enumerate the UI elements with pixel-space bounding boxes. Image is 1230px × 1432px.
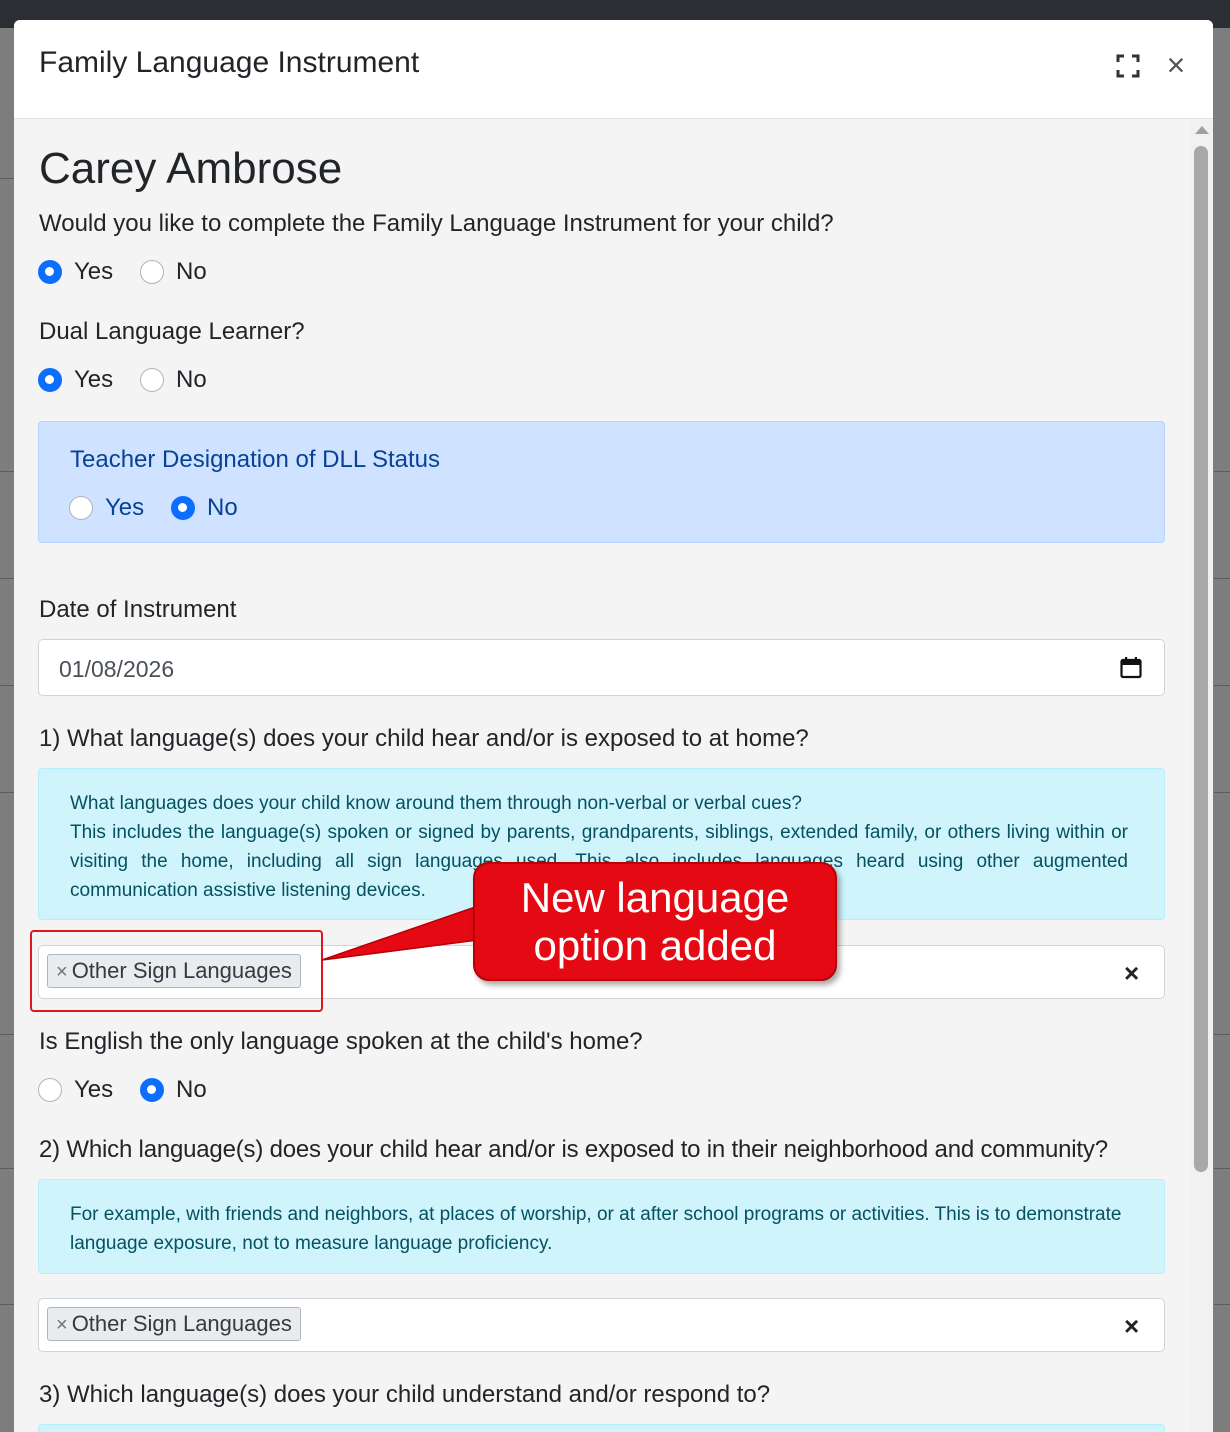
teacher-designation-label: Teacher Designation of DLL Status (70, 446, 440, 473)
teacher-yes-radio[interactable] (69, 496, 93, 520)
english-yes-radio[interactable] (38, 1078, 62, 1102)
complete-no-radio[interactable] (140, 260, 164, 284)
annotation-callout-line1: New language (520, 874, 790, 921)
q2-tag-remove-icon[interactable]: × (56, 1314, 68, 1336)
background-divider (0, 1168, 14, 1169)
annotation-callout: New language option added (473, 862, 837, 981)
q1-label: 1) What language(s) does your child hear… (39, 725, 809, 752)
date-value: 01/08/2026 (59, 656, 175, 682)
background-divider (0, 178, 14, 179)
background-divider (1214, 578, 1230, 579)
date-input[interactable]: 01/08/2026 (38, 639, 1165, 696)
annotation-callout-line2: option added (533, 922, 777, 969)
q1-clear-icon[interactable]: × (1124, 958, 1139, 989)
annotation-highlight-box (30, 930, 323, 1012)
complete-no-label[interactable]: No (176, 258, 207, 286)
family-language-modal: Family Language Instrument × Carey Ambro… (14, 20, 1213, 1432)
teacher-no-radio[interactable] (171, 496, 195, 520)
english-no-radio[interactable] (140, 1078, 164, 1102)
dll-no-label[interactable]: No (176, 366, 207, 394)
q2-selected-tag: × Other Sign Languages (47, 1307, 301, 1341)
background-divider (0, 1304, 14, 1305)
teacher-designation-radios: Yes No (69, 494, 289, 524)
date-label: Date of Instrument (39, 596, 237, 623)
background-divider (0, 792, 14, 793)
background-divider (0, 685, 14, 686)
english-only-label: Is English the only language spoken at t… (39, 1028, 643, 1055)
background-divider (0, 578, 14, 579)
teacher-no-label[interactable]: No (207, 494, 238, 522)
background-divider (1214, 1304, 1230, 1305)
student-name: Carey Ambrose (39, 144, 343, 193)
teacher-yes-label[interactable]: Yes (105, 494, 144, 522)
q2-info-box: For example, with friends and neighbors,… (38, 1179, 1165, 1274)
complete-question-radios: Yes No (38, 258, 258, 288)
english-no-label[interactable]: No (176, 1076, 207, 1104)
dll-no-radio[interactable] (140, 368, 164, 392)
complete-yes-label[interactable]: Yes (74, 258, 113, 286)
dll-yes-label[interactable]: Yes (74, 366, 113, 394)
q2-label: 2) Which language(s) does your child hea… (39, 1136, 1108, 1163)
dll-question-radios: Yes No (38, 366, 258, 396)
q3-info-box (38, 1424, 1165, 1432)
english-yes-label[interactable]: Yes (74, 1076, 113, 1104)
expand-icon[interactable] (1112, 50, 1144, 82)
q1-info-line1: What languages does your child know arou… (70, 793, 802, 814)
complete-yes-radio[interactable] (38, 260, 62, 284)
background-divider (1214, 1034, 1230, 1035)
q2-language-select[interactable]: × Other Sign Languages × (38, 1298, 1165, 1352)
background-divider (1214, 471, 1230, 472)
scroll-up-arrow-icon[interactable] (1195, 126, 1209, 134)
complete-question-label: Would you like to complete the Family La… (39, 210, 834, 237)
close-icon[interactable]: × (1160, 49, 1192, 82)
background-divider (1214, 1168, 1230, 1169)
scrollbar-thumb[interactable] (1194, 146, 1208, 1172)
teacher-designation-box: Teacher Designation of DLL Status Yes No (38, 421, 1165, 543)
dll-yes-radio[interactable] (38, 368, 62, 392)
background-divider (0, 1034, 14, 1035)
modal-header: Family Language Instrument × (14, 20, 1213, 119)
background-divider (1214, 792, 1230, 793)
modal-title: Family Language Instrument (39, 46, 420, 79)
background-divider (1214, 685, 1230, 686)
q2-clear-icon[interactable]: × (1124, 1311, 1139, 1342)
q2-info-text: For example, with friends and neighbors,… (70, 1204, 1122, 1254)
q3-label: 3) Which language(s) does your child und… (39, 1381, 771, 1408)
calendar-icon[interactable] (1119, 656, 1143, 680)
dll-question-label: Dual Language Learner? (39, 318, 305, 345)
background-divider (0, 471, 14, 472)
q2-tag-label: Other Sign Languages (71, 1311, 292, 1336)
english-only-radios: Yes No (38, 1076, 258, 1106)
